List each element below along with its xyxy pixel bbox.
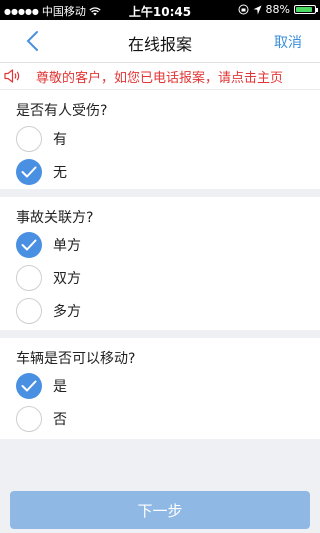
question-label: 是否有人受伤? xyxy=(16,103,108,119)
option-label: 有 xyxy=(53,132,67,148)
notice-banner[interactable]: 尊敬的客户，如您已电话报案，请点击主页 xyxy=(0,63,320,90)
option-label: 多方 xyxy=(53,304,81,320)
checkmark-icon xyxy=(21,380,37,392)
nav-bar: 在线报案 取消 xyxy=(0,20,320,63)
option-label: 双方 xyxy=(53,271,81,287)
battery-fill xyxy=(296,7,312,12)
option-movable-yes[interactable]: 是 xyxy=(16,372,67,400)
question-card-parties: 事故关联方? 单方 双方 多方 xyxy=(0,197,320,330)
radio-button[interactable] xyxy=(16,265,42,291)
radio-button[interactable] xyxy=(16,406,42,432)
question-label: 车辆是否可以移动? xyxy=(16,351,136,367)
next-step-button[interactable]: 下一步 xyxy=(10,491,310,529)
option-yes[interactable]: 有 xyxy=(16,125,67,153)
speaker-icon xyxy=(4,69,20,83)
question-card-injury: 是否有人受伤? 有 无 xyxy=(0,90,320,189)
checkmark-icon xyxy=(21,166,37,178)
location-arrow-icon xyxy=(253,5,262,14)
option-two-parties[interactable]: 双方 xyxy=(16,264,81,292)
battery-percent: 88% xyxy=(265,3,290,16)
radio-button[interactable] xyxy=(16,159,42,185)
battery-icon xyxy=(294,5,318,14)
option-movable-no[interactable]: 否 xyxy=(16,405,67,433)
radio-button[interactable] xyxy=(16,232,42,258)
question-card-movable: 车辆是否可以移动? 是 否 xyxy=(0,338,320,439)
notice-text: 尊敬的客户，如您已电话报案，请点击主页 xyxy=(36,71,284,86)
status-bar: ●●●●● 中国移动 上午10:45 88% xyxy=(0,0,320,20)
option-label: 单方 xyxy=(53,238,81,254)
question-label: 事故关联方? xyxy=(16,210,94,226)
option-multi-party[interactable]: 多方 xyxy=(16,297,81,325)
option-label: 否 xyxy=(53,412,67,428)
page-title: 在线报案 xyxy=(127,35,192,54)
radio-button[interactable] xyxy=(16,126,42,152)
option-single-party[interactable]: 单方 xyxy=(16,231,81,259)
option-no[interactable]: 无 xyxy=(16,158,67,186)
cancel-button[interactable]: 取消 xyxy=(274,32,302,52)
orientation-lock-icon xyxy=(238,4,249,15)
radio-button[interactable] xyxy=(16,298,42,324)
option-label: 无 xyxy=(53,165,67,181)
option-label: 是 xyxy=(53,379,67,395)
checkmark-icon xyxy=(21,239,37,251)
radio-button[interactable] xyxy=(16,373,42,399)
status-right: 88% xyxy=(238,3,318,16)
